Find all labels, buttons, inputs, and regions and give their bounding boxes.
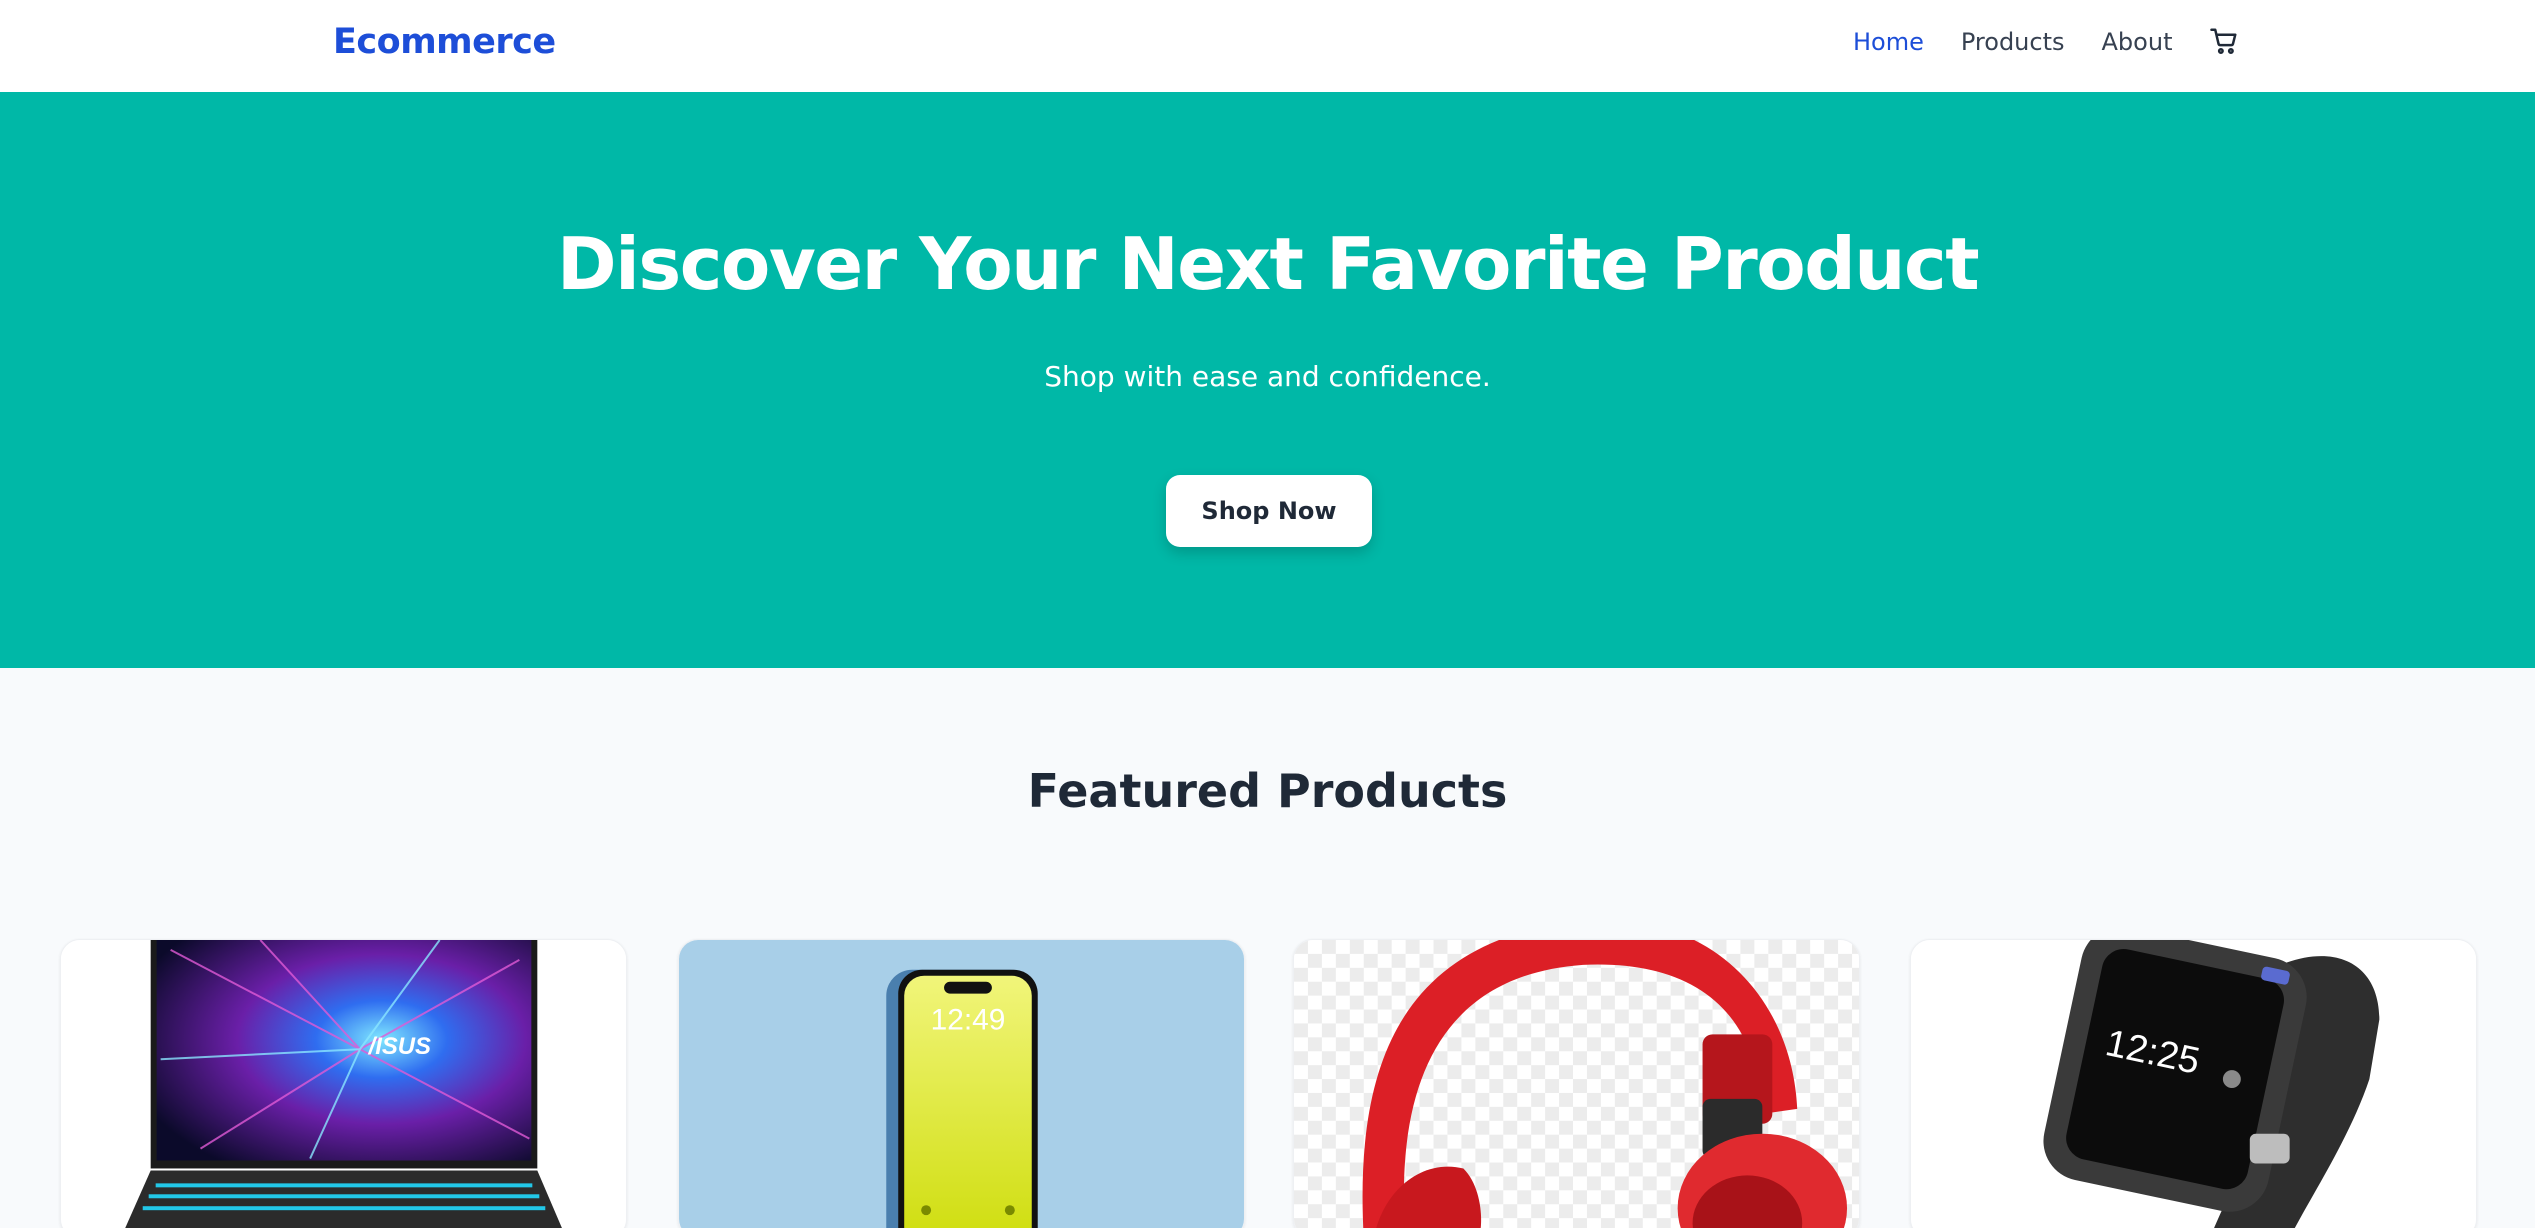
nav-links: Home Products About — [1853, 28, 2239, 56]
svg-text:12:49: 12:49 — [931, 1003, 1006, 1036]
smartphone-image: 12:49 — [679, 940, 1244, 1228]
headphones-image — [1294, 940, 1859, 1228]
product-card-smartphone[interactable]: 12:49 — [678, 939, 1245, 1228]
hero-title: Discover Your Next Favorite Product — [556, 222, 1980, 306]
navbar: Ecommerce Home Products About — [0, 0, 2535, 92]
product-card-headphones[interactable] — [1293, 939, 1860, 1228]
shopping-cart-icon[interactable] — [2209, 26, 2239, 56]
laptop-image: /ISUS — [61, 940, 626, 1228]
smartwatch-image: 12:25 — [1911, 940, 2476, 1228]
product-card-smartwatch[interactable]: 12:25 — [1910, 939, 2477, 1228]
shop-now-button[interactable]: Shop Now — [1166, 475, 1372, 547]
product-card-laptop[interactable]: /ISUS — [60, 939, 627, 1228]
nav-link-products[interactable]: Products — [1961, 28, 2065, 56]
nav-link-home[interactable]: Home — [1853, 28, 1924, 56]
logo[interactable]: Ecommerce — [333, 22, 556, 62]
featured-products-heading: Featured Products — [1027, 764, 1508, 818]
hero-banner: Discover Your Next Favorite Product Shop… — [0, 92, 2535, 668]
svg-text:/ISUS: /ISUS — [368, 1033, 432, 1060]
hero-subtitle: Shop with ease and confidence. — [1044, 360, 1491, 393]
nav-link-about[interactable]: About — [2102, 28, 2173, 56]
